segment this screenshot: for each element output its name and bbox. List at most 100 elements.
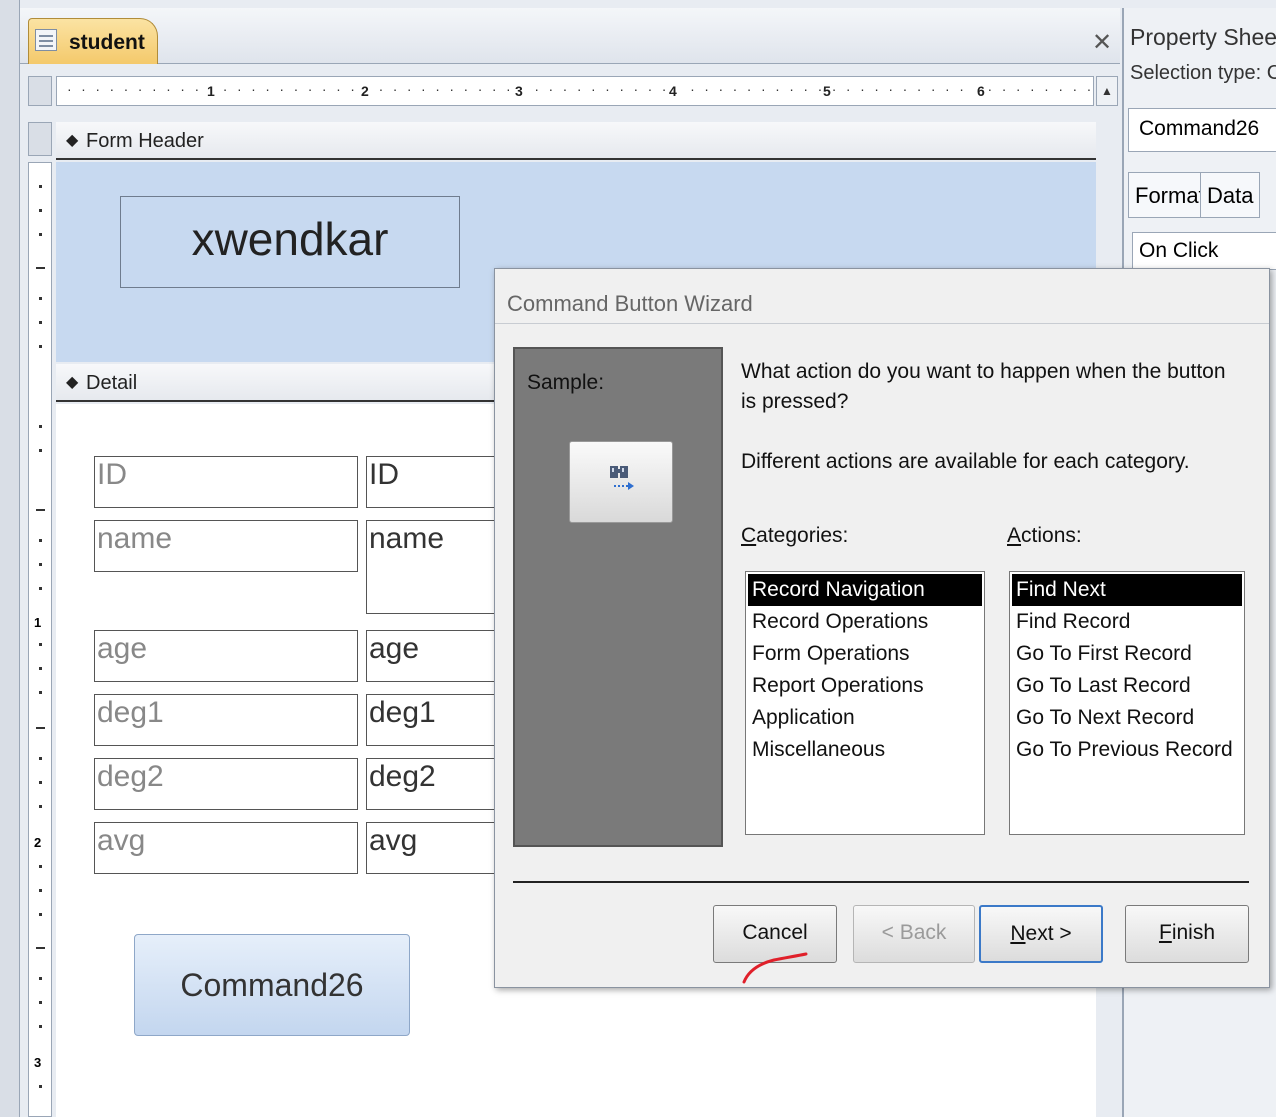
- command26-button[interactable]: Command26: [134, 934, 410, 1036]
- list-item-record-operations[interactable]: Record Operations: [748, 606, 982, 638]
- field-textbox-avg[interactable]: avg: [366, 822, 506, 874]
- access-window: student ✕ ······························…: [0, 0, 1276, 1117]
- ruler-tick: [39, 691, 42, 694]
- ruler-tick: [39, 1085, 42, 1088]
- tab-student-label: student: [69, 31, 145, 54]
- list-item-find-record[interactable]: Find Record: [1012, 606, 1242, 638]
- actions-listbox[interactable]: Find Next Find Record Go To First Record…: [1009, 571, 1245, 835]
- list-item-find-next[interactable]: Find Next: [1012, 574, 1242, 606]
- ruler-tick: [39, 805, 42, 808]
- field-textbox-age[interactable]: age: [366, 630, 506, 682]
- ruler-tick: [39, 297, 42, 300]
- ruler-tick: [39, 1001, 42, 1004]
- ruler-tick: [36, 509, 45, 511]
- ruler-number: 3: [34, 1055, 42, 1070]
- list-item-go-to-first-record[interactable]: Go To First Record: [1012, 638, 1242, 670]
- ruler-number: 3: [513, 83, 525, 99]
- sample-button-preview: [569, 441, 673, 523]
- field-textbox-id[interactable]: ID: [366, 456, 506, 508]
- list-item-application[interactable]: Application: [748, 702, 982, 734]
- ruler-tick: [39, 757, 42, 760]
- section-selector-header[interactable]: [28, 122, 52, 156]
- sample-label: Sample:: [527, 371, 605, 394]
- binoculars-icon: [610, 466, 634, 490]
- finish-button[interactable]: Finish: [1125, 905, 1249, 963]
- section-collapse-icon: ◆: [66, 132, 79, 149]
- ruler-tick: [39, 425, 42, 428]
- ruler-number: 5: [821, 83, 833, 99]
- ruler-tick: [39, 449, 42, 452]
- field-textbox-deg2[interactable]: deg2: [366, 758, 506, 810]
- ruler-number: 2: [34, 835, 42, 850]
- categories-label: Categories:: [741, 524, 849, 547]
- ruler-tick: [36, 727, 45, 729]
- ruler-number: 4: [667, 83, 679, 99]
- ruler-tick: [39, 233, 42, 236]
- ruler-tick: [39, 913, 42, 916]
- form-header-bar[interactable]: ◆ Form Header: [56, 122, 1096, 160]
- wizard-title: Command Button Wizard: [507, 291, 753, 316]
- button-divider: [513, 881, 1249, 883]
- ruler-number: 1: [205, 83, 217, 99]
- title-divider: [495, 323, 1269, 324]
- command-button-wizard-dialog: Command Button Wizard Sample: What actio…: [494, 268, 1270, 988]
- ruler-tick: [39, 345, 42, 348]
- section-collapse-icon: ◆: [66, 374, 79, 391]
- scroll-up-arrow-icon[interactable]: ▲: [1096, 76, 1118, 106]
- ruler-tick: [39, 889, 42, 892]
- field-label-id[interactable]: ID: [94, 456, 358, 508]
- list-item-go-to-last-record[interactable]: Go To Last Record: [1012, 670, 1242, 702]
- ruler-tick: [39, 667, 42, 670]
- ruler-number: 6: [975, 83, 987, 99]
- field-label-deg1[interactable]: deg1: [94, 694, 358, 746]
- field-textbox-deg1[interactable]: deg1: [366, 694, 506, 746]
- list-item-form-operations[interactable]: Form Operations: [748, 638, 982, 670]
- ruler-tick: [39, 643, 42, 646]
- form-selector[interactable]: [28, 76, 52, 106]
- wizard-info: Different actions are available for each…: [741, 450, 1190, 473]
- on-click-property-row[interactable]: On Click: [1132, 232, 1276, 270]
- list-item-miscellaneous[interactable]: Miscellaneous: [748, 734, 982, 766]
- field-label-age[interactable]: age: [94, 630, 358, 682]
- categories-listbox[interactable]: Record Navigation Record Operations Form…: [745, 571, 985, 835]
- list-item-report-operations[interactable]: Report Operations: [748, 670, 982, 702]
- ruler-tick: [39, 781, 42, 784]
- sample-panel: Sample:: [513, 347, 723, 847]
- form-header-label: Form Header: [86, 130, 204, 152]
- ruler-tick: [39, 587, 42, 590]
- actions-label: Actions:: [1007, 524, 1082, 547]
- field-label-avg[interactable]: avg: [94, 822, 358, 874]
- tab-data[interactable]: Data: [1200, 172, 1261, 218]
- ruler-tick: [36, 947, 45, 949]
- ruler-number: 2: [359, 83, 371, 99]
- ruler-number: 1: [34, 615, 42, 630]
- form-title-label[interactable]: xwendkar: [120, 196, 460, 288]
- ruler-tick: [39, 1025, 42, 1028]
- ruler-tick: [39, 865, 42, 868]
- document-tab-bar: student ✕: [20, 8, 1120, 64]
- list-item-go-to-next-record[interactable]: Go To Next Record: [1012, 702, 1242, 734]
- tab-student[interactable]: student: [28, 18, 158, 64]
- ruler-tick: [39, 539, 42, 542]
- ruler-tick: [39, 977, 42, 980]
- vertical-ruler: 1 2 3: [28, 162, 52, 1117]
- back-button[interactable]: < Back: [853, 905, 975, 963]
- list-item-record-navigation[interactable]: Record Navigation: [748, 574, 982, 606]
- next-button[interactable]: Next >: [979, 905, 1103, 963]
- form-icon: [35, 29, 57, 51]
- selected-object-dropdown[interactable]: Command26: [1128, 108, 1276, 152]
- wizard-question: What action do you want to happen when t…: [741, 360, 1226, 413]
- window-left-edge: [0, 0, 20, 1117]
- field-label-name[interactable]: name: [94, 520, 358, 572]
- property-sheet-title: Property Sheet: [1130, 24, 1276, 50]
- ruler-tick: [39, 321, 42, 324]
- list-item-go-to-previous-record[interactable]: Go To Previous Record: [1012, 734, 1242, 766]
- ruler-tick: [39, 563, 42, 566]
- close-icon[interactable]: ✕: [1092, 28, 1112, 57]
- field-textbox-name[interactable]: name: [366, 520, 506, 614]
- selection-type-label: Selection type: C: [1130, 62, 1276, 84]
- red-pen-annotation: [742, 952, 808, 984]
- field-label-deg2[interactable]: deg2: [94, 758, 358, 810]
- ruler-tick: [36, 267, 45, 269]
- ruler-tick: [39, 209, 42, 212]
